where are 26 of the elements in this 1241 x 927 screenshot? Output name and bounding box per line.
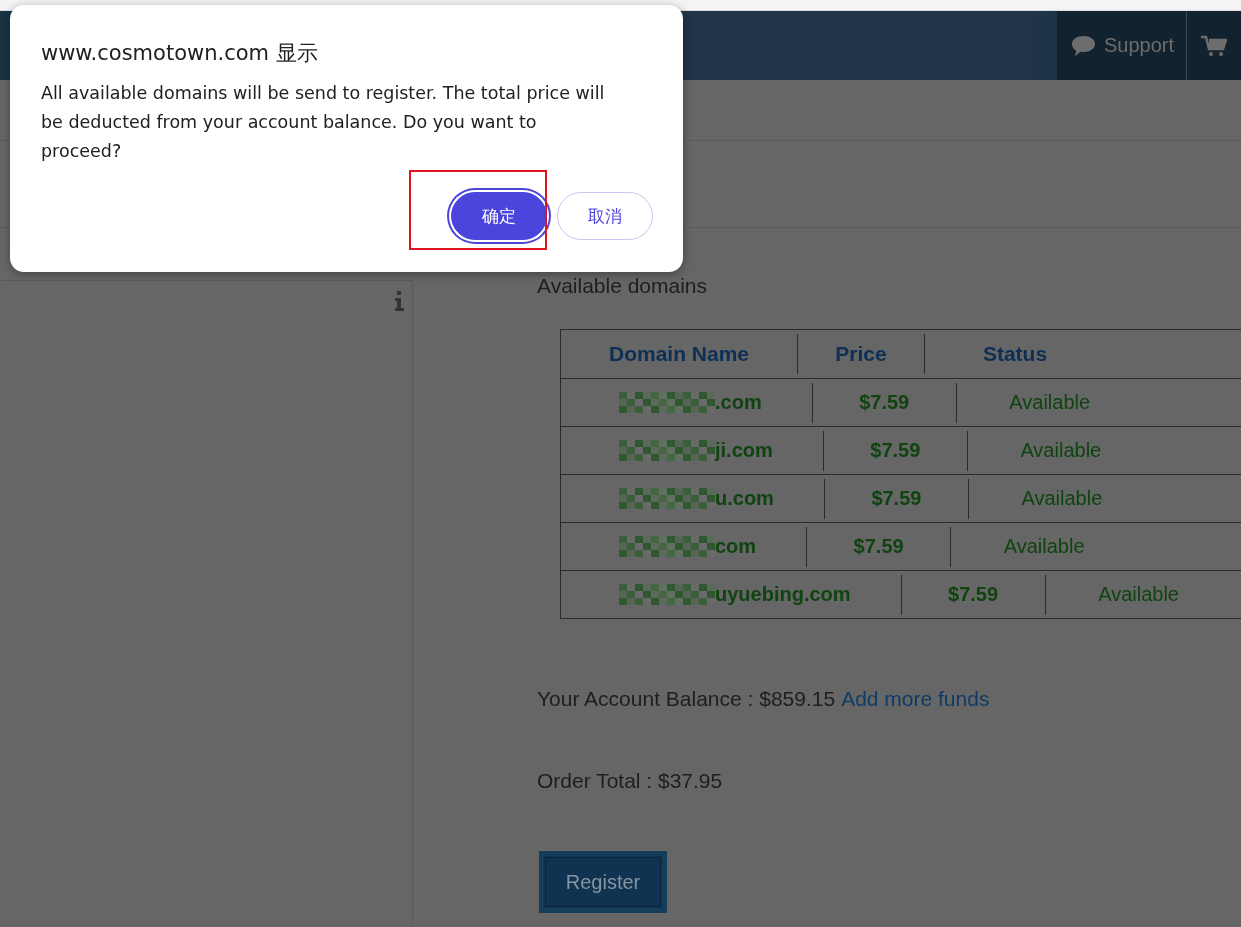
- dialog-title: www.cosmotown.com 显示: [41, 40, 319, 67]
- dialog-message: All available domains will be send to register. The total price will be deducted from your account balance. Do you want to proceed?: [41, 82, 606, 163]
- support-link[interactable]: Support: [1056, 11, 1187, 80]
- register-button[interactable]: Register: [539, 851, 667, 913]
- column-header: Price: [834, 342, 888, 366]
- section-heading: Available domains: [537, 274, 709, 298]
- balance-text: Your Account Balance : $859.15: [537, 687, 836, 711]
- cancel-button[interactable]: 取消: [557, 192, 653, 240]
- price-cell-text: $7.59: [858, 391, 911, 414]
- domain-name: com: [715, 535, 757, 558]
- status-cell-text: Available: [1020, 487, 1104, 510]
- domain-name: .com: [715, 391, 762, 414]
- column-header: Status: [981, 342, 1049, 366]
- price-cell-text: $7.59: [852, 535, 905, 558]
- price-cell-text: $7.59: [869, 439, 922, 462]
- domain-name: ji.com: [715, 439, 773, 462]
- status-cell-text: Available: [1008, 391, 1092, 414]
- domain-name: u.com: [715, 487, 774, 510]
- price-cell-text: $7.59: [947, 583, 1000, 606]
- status-cell-text: Available: [1002, 535, 1086, 558]
- column-header: Domain Name: [607, 342, 750, 366]
- status-cell-text: Available: [1097, 583, 1180, 606]
- order-total: Order Total : $37.95: [537, 769, 723, 793]
- domain-name: uyuebing.com: [715, 583, 851, 606]
- status-cell-text: Available: [1019, 439, 1103, 462]
- price-cell-text: $7.59: [870, 487, 923, 510]
